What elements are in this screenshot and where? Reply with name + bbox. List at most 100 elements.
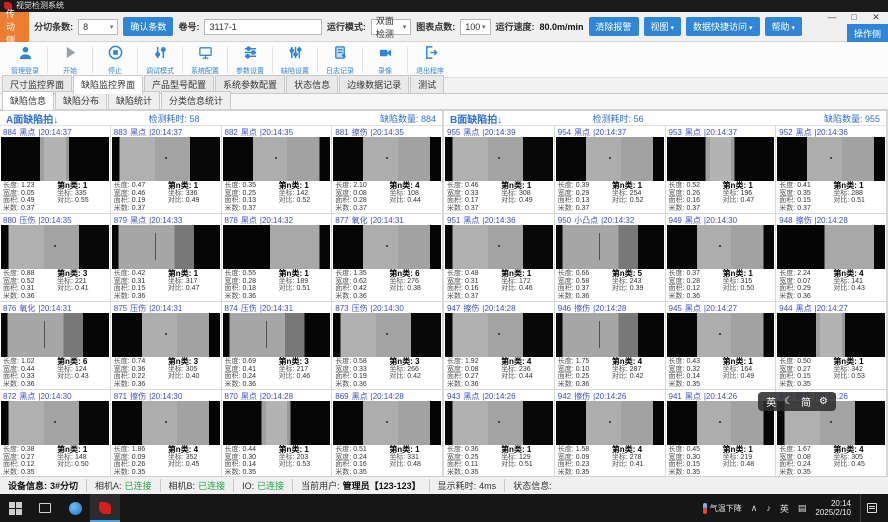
chart-points-select[interactable]: 100	[460, 19, 490, 35]
volume-icon[interactable]: ♪	[766, 503, 771, 513]
defect-image[interactable]	[556, 401, 664, 445]
defect-cell[interactable]: 877 氧化 |20:14:31 长度:1.35 宽度:0.62 面积:0.42…	[332, 214, 442, 301]
tab-1[interactable]: 缺陷监控界面	[73, 75, 143, 94]
defect-cell[interactable]: 944 黑点 |20:14:27 长度:0.50 宽度:0.27 面积:0.15…	[776, 302, 886, 389]
defect-image[interactable]	[556, 225, 664, 269]
defect-cell[interactable]: 948 擦伤 |20:14:28 长度:2.24 宽度:0.07 面积:0.29…	[776, 214, 886, 301]
defect-cell[interactable]: 884 黑点 |20:14:37 长度:1.23 宽度:0.05 面积:0.49…	[0, 126, 110, 213]
ribbon-button-stop[interactable]: 停止	[94, 43, 136, 76]
ribbon-button-debug[interactable]: 调试模式	[139, 43, 181, 76]
subtab-3[interactable]: 分类信息统计	[161, 91, 231, 109]
maximize-button[interactable]: □	[848, 12, 860, 23]
hidden-icons-chevron[interactable]: ∧	[751, 503, 758, 514]
defect-image[interactable]	[333, 401, 441, 445]
roll-number-input[interactable]: 3117-1	[204, 19, 321, 35]
close-button[interactable]: ✕	[870, 12, 882, 23]
start-button[interactable]	[0, 494, 30, 522]
lang-english-button[interactable]: 英	[766, 394, 776, 409]
ribbon-button-defect[interactable]: 缺陷设置	[274, 43, 316, 76]
ribbon-button-log[interactable]: 日志记录	[319, 43, 361, 76]
defect-image[interactable]	[223, 225, 331, 269]
defect-image[interactable]	[445, 225, 553, 269]
defect-image[interactable]	[777, 313, 885, 357]
defect-cell[interactable]: 942 擦伤 |20:14:26 长度:1.58 宽度:0.09 面积:0.23…	[555, 390, 665, 477]
settings-gear-icon[interactable]: ⚙	[819, 396, 828, 407]
defect-image[interactable]	[445, 401, 553, 445]
ribbon-button-params[interactable]: 参数设置	[229, 43, 271, 76]
defect-image[interactable]	[112, 225, 220, 269]
defect-cell[interactable]: 879 黑点 |20:14:33 长度:0.42 宽度:0.31 面积:0.15…	[111, 214, 221, 301]
weather-widget[interactable]: 气温下降	[703, 503, 742, 514]
defect-image[interactable]	[333, 137, 441, 181]
defect-cell[interactable]: 952 黑点 |20:14:36 长度:0.41 宽度:0.35 面积:0.15…	[776, 126, 886, 213]
defect-image[interactable]	[112, 137, 220, 181]
tab-4[interactable]: 状态信息	[286, 75, 338, 93]
defect-image[interactable]	[556, 313, 664, 357]
defect-cell[interactable]: 949 黑点 |20:14:30 长度:0.37 宽度:0.28 面积:0.12…	[666, 214, 776, 301]
defect-image[interactable]	[223, 137, 331, 181]
defect-image[interactable]	[445, 313, 553, 357]
ime-language-indicator[interactable]: 英	[780, 502, 789, 515]
subtab-0[interactable]: 缺陷信息	[2, 91, 54, 110]
run-mode-select[interactable]: 双面检测	[371, 19, 411, 35]
task-view-button[interactable]	[30, 494, 60, 522]
data-quick-access-menu-button[interactable]: 数据快捷访问	[686, 17, 759, 36]
taskbar-clock[interactable]: 20:142025/2/10	[815, 499, 851, 517]
defect-image[interactable]	[112, 313, 220, 357]
defect-cell[interactable]: 872 黑点 |20:14:30 长度:0.38 宽度:0.27 面积:0.12…	[0, 390, 110, 477]
view-menu-button[interactable]: 视图	[644, 17, 681, 36]
defect-cell[interactable]: 951 黑点 |20:14:36 长度:0.48 宽度:0.31 面积:0.16…	[444, 214, 554, 301]
browser-taskbar-button[interactable]	[60, 494, 90, 522]
defect-cell[interactable]: 874 压伤 |20:14:31 长度:0.69 宽度:0.41 面积:0.24…	[222, 302, 332, 389]
clear-alarm-button[interactable]: 清除报警	[589, 17, 639, 36]
defect-cell[interactable]: 875 压伤 |20:14:31 长度:0.74 宽度:0.36 面积:0.22…	[111, 302, 221, 389]
defect-cell[interactable]: 869 黑点 |20:14:28 长度:0.51 宽度:0.24 面积:0.16…	[332, 390, 442, 477]
defect-cell[interactable]: 873 压伤 |20:14:30 长度:0.58 宽度:0.33 面积:0.19…	[332, 302, 442, 389]
defect-image[interactable]	[1, 225, 109, 269]
defect-cell[interactable]: 943 黑点 |20:14:26 长度:0.36 宽度:0.25 面积:0.11…	[444, 390, 554, 477]
defect-cell[interactable]: 955 黑点 |20:14:39 长度:0.46 宽度:0.33 面积:0.17…	[444, 126, 554, 213]
split-count-select[interactable]: 8	[78, 19, 118, 35]
operator-side-button[interactable]: 操作侧	[847, 24, 888, 42]
ribbon-button-exit[interactable]: 退出程序	[409, 43, 451, 76]
defect-image[interactable]	[777, 137, 885, 181]
defect-image[interactable]	[667, 137, 775, 181]
defect-image[interactable]	[333, 225, 441, 269]
touch-keyboard-icon[interactable]: ▤	[798, 503, 807, 514]
defect-image[interactable]	[223, 401, 331, 445]
ribbon-button-monitor[interactable]: 系统配置	[184, 43, 226, 76]
help-menu-button[interactable]: 帮助	[765, 17, 802, 36]
defect-cell[interactable]: 870 黑点 |20:14:28 长度:0.44 宽度:0.30 面积:0.14…	[222, 390, 332, 477]
defect-image[interactable]	[1, 137, 109, 181]
defect-cell[interactable]: 871 擦伤 |20:14:30 长度:1.86 宽度:0.09 面积:0.26…	[111, 390, 221, 477]
defect-cell[interactable]: 880 压伤 |20:14:35 长度:0.88 宽度:0.52 面积:0.31…	[0, 214, 110, 301]
defect-cell[interactable]: 883 黑点 |20:14:37 长度:0.47 宽度:0.46 面积:0.19…	[111, 126, 221, 213]
defect-cell[interactable]: 950 小凸点 |20:14:32 长度:0.66 宽度:0.58 面积:0.3…	[555, 214, 665, 301]
defect-image[interactable]	[667, 313, 775, 357]
defect-image[interactable]	[445, 137, 553, 181]
defect-cell[interactable]: 946 擦伤 |20:14:28 长度:1.75 宽度:0.10 面积:0.25…	[555, 302, 665, 389]
ribbon-button-user[interactable]: 管理登录	[4, 43, 46, 76]
defect-cell[interactable]: 947 擦伤 |20:14:28 长度:1.92 宽度:0.08 面积:0.27…	[444, 302, 554, 389]
defect-cell[interactable]: 881 擦伤 |20:14:35 长度:2.10 宽度:0.08 面积:0.28…	[332, 126, 442, 213]
defect-cell[interactable]: 945 黑点 |20:14:27 长度:0.43 宽度:0.32 面积:0.14…	[666, 302, 776, 389]
defect-cell[interactable]: 876 氧化 |20:14:31 长度:1.02 宽度:0.44 面积:0.33…	[0, 302, 110, 389]
defect-cell[interactable]: 882 黑点 |20:14:35 长度:0.35 宽度:0.25 面积:0.13…	[222, 126, 332, 213]
defect-image[interactable]	[556, 137, 664, 181]
defect-image[interactable]	[223, 313, 331, 357]
minimize-button[interactable]: —	[826, 12, 838, 23]
tab-5[interactable]: 边缘数据记录	[339, 75, 409, 93]
defect-image[interactable]	[112, 401, 220, 445]
inspection-app-taskbar-button[interactable]	[90, 494, 120, 522]
notification-center-button[interactable]	[860, 494, 882, 522]
confirm-count-button[interactable]: 确认条数	[123, 17, 173, 36]
defect-image[interactable]	[667, 225, 775, 269]
defect-cell[interactable]: 954 黑点 |20:14:37 长度:0.39 宽度:0.29 面积:0.13…	[555, 126, 665, 213]
ribbon-button-play[interactable]: 开始	[49, 43, 91, 76]
ribbon-button-camera[interactable]: 录像	[364, 43, 406, 76]
defect-cell[interactable]: 878 黑点 |20:14:32 长度:0.55 宽度:0.28 面积:0.18…	[222, 214, 332, 301]
defect-image[interactable]	[777, 225, 885, 269]
defect-cell[interactable]: 953 黑点 |20:14:37 长度:0.52 宽度:0.26 面积:0.16…	[666, 126, 776, 213]
lang-simplified-button[interactable]: 简	[801, 394, 811, 409]
drive-side-button[interactable]: 传动侧	[0, 12, 29, 42]
